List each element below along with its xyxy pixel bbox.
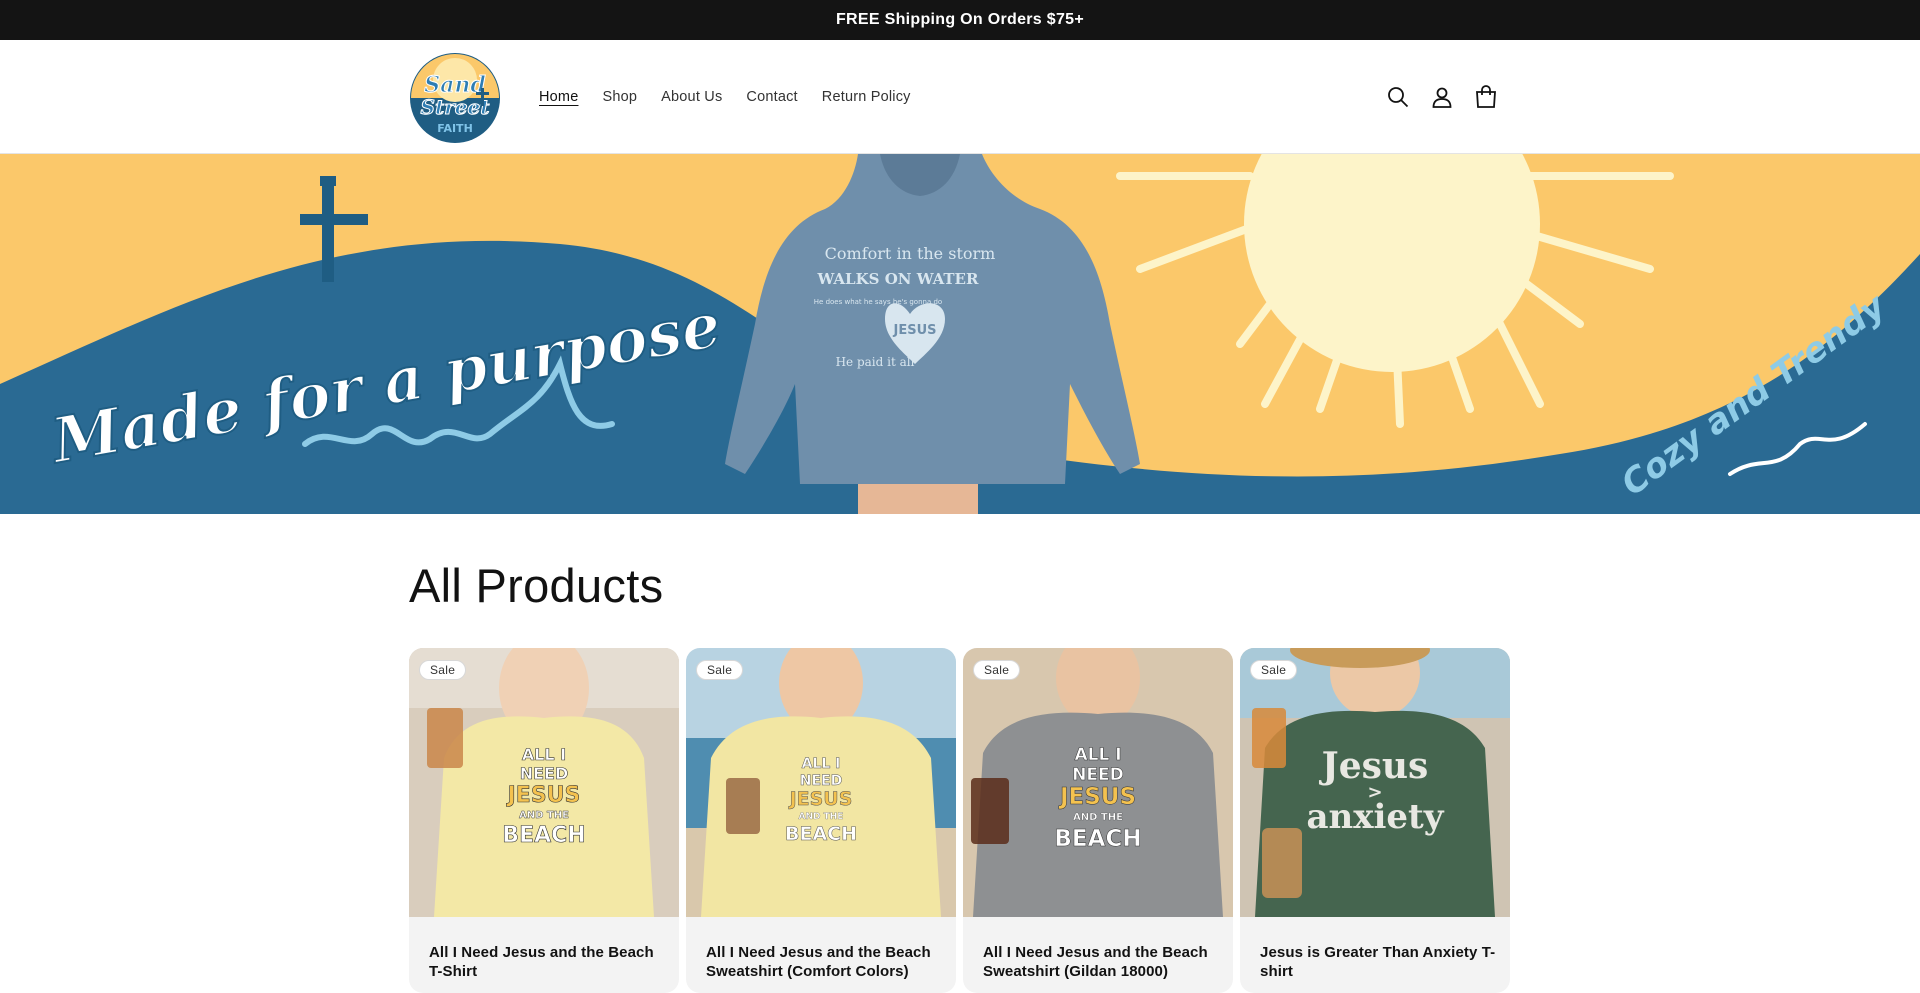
header-icons [1385, 40, 1499, 154]
section-title: All Products [409, 559, 664, 612]
logo-text-2: Street [421, 95, 491, 119]
print-line-5: BEACH [502, 823, 585, 848]
site-header: Sand Street FAITH Home Shop About Us Con… [0, 40, 1920, 154]
product-card[interactable]: ALL I NEED JESUS AND THE BEACH Sale All … [686, 648, 956, 993]
print-line-3: JESUS [788, 788, 853, 810]
print-line-4: AND THE [799, 812, 844, 822]
print-line-4: AND THE [1073, 812, 1123, 823]
sale-badge: Sale [1250, 660, 1298, 680]
hero-banner[interactable]: Made for a purpose Cozy and Trendy Comfo… [0, 154, 1920, 514]
announcement-text: FREE Shipping On Orders $75+ [835, 11, 1084, 28]
hoodie-text-5: He paid it all [836, 355, 915, 369]
product-grid: ALL I NEED JESUS AND THE BEACH Sale All … [409, 648, 1511, 993]
print-line-3: JESUS [506, 783, 581, 808]
print-line-1: Jesus [1319, 745, 1429, 787]
hoodie-text-1: Comfort in the storm [825, 244, 996, 263]
nav-return-policy[interactable]: Return Policy [822, 89, 911, 105]
print-line-1: ALL I [522, 745, 566, 764]
product-image[interactable]: ALL I NEED JESUS AND THE BEACH [686, 648, 956, 917]
hoodie-text-4: JESUS [893, 323, 937, 338]
product-title[interactable]: All I Need Jesus and the Beach Sweatshir… [983, 943, 1223, 981]
sale-badge: Sale [973, 660, 1021, 680]
print-line-2: NEED [1072, 765, 1124, 785]
nav-shop[interactable]: Shop [602, 89, 637, 105]
cart-icon[interactable] [1473, 84, 1499, 110]
nav-about-us[interactable]: About Us [661, 89, 722, 105]
nav-contact[interactable]: Contact [746, 89, 797, 105]
nav-home[interactable]: Home [539, 89, 578, 105]
product-card[interactable]: ALL I NEED JESUS AND THE BEACH Sale All … [963, 648, 1233, 993]
main-nav: Home Shop About Us Contact Return Policy [539, 40, 935, 154]
product-title[interactable]: Jesus is Greater Than Anxiety T-shirt [1260, 943, 1500, 981]
print-line-2: NEED [520, 764, 569, 783]
product-card[interactable]: Jesus > anxiety Sale Jesus is Greater Th… [1240, 648, 1510, 993]
product-image[interactable]: ALL I NEED JESUS AND THE BEACH [963, 648, 1233, 917]
logo-text-3: FAITH [437, 122, 473, 135]
product-image[interactable]: ALL I NEED JESUS AND THE BEACH [409, 648, 679, 917]
sale-badge: Sale [696, 660, 744, 680]
hoodie-text-2: WALKS ON WATER [817, 270, 979, 288]
search-icon[interactable] [1385, 84, 1411, 110]
product-card[interactable]: ALL I NEED JESUS AND THE BEACH Sale All … [409, 648, 679, 993]
print-line-1: ALL I [802, 756, 841, 772]
account-icon[interactable] [1429, 84, 1455, 110]
print-line-1: ALL I [1074, 745, 1121, 765]
print-line-5: BEACH [785, 823, 857, 845]
product-title[interactable]: All I Need Jesus and the Beach T-Shirt [429, 943, 669, 981]
store-logo[interactable]: Sand Street FAITH [409, 52, 501, 144]
product-image[interactable]: Jesus > anxiety [1240, 648, 1510, 917]
print-line-2: NEED [800, 773, 842, 789]
product-title[interactable]: All I Need Jesus and the Beach Sweatshir… [706, 943, 946, 981]
print-line-3: anxiety [1306, 797, 1444, 837]
print-line-4: AND THE [519, 810, 569, 821]
announcement-bar: FREE Shipping On Orders $75+ [0, 0, 1920, 40]
print-line-5: BEACH [1054, 826, 1141, 852]
print-line-3: JESUS [1058, 784, 1136, 810]
sale-badge: Sale [419, 660, 467, 680]
